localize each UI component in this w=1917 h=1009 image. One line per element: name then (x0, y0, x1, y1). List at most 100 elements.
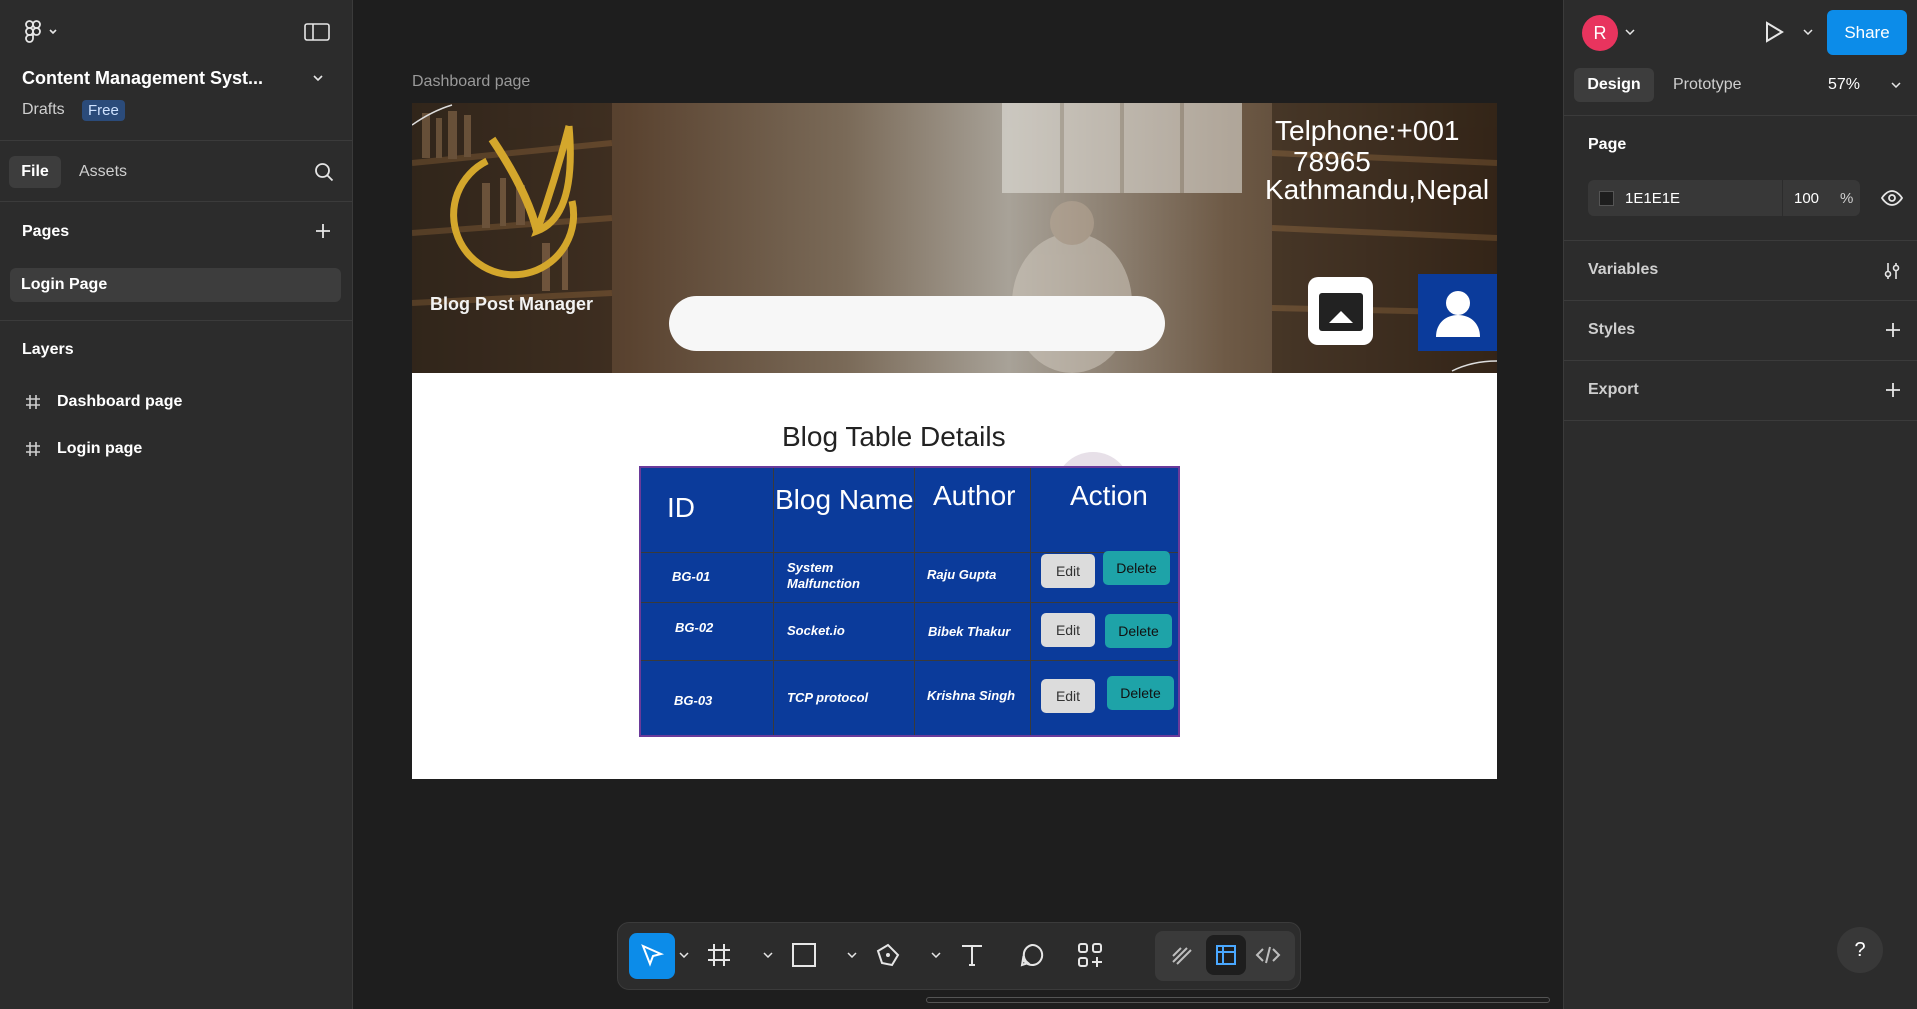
variables-icon[interactable] (1880, 259, 1904, 283)
actions-tool[interactable] (1072, 937, 1108, 973)
page-color-hex[interactable]: 1E1E1E (1625, 190, 1680, 207)
divider (1564, 115, 1917, 116)
bottom-toolbar (617, 922, 1301, 990)
present-icon[interactable] (1762, 20, 1786, 44)
contact-phone: Telphone:+001 (1275, 115, 1460, 146)
edit-button[interactable]: Edit (1041, 679, 1095, 713)
draw-mode[interactable] (1164, 937, 1200, 973)
figma-logo-icon (25, 20, 57, 43)
drafts-label[interactable]: Drafts (22, 101, 65, 119)
chevron-down-icon[interactable] (310, 70, 326, 86)
row-divider (641, 660, 1178, 661)
toggle-sidebar-icon[interactable] (302, 20, 332, 44)
cell-id: BG-02 (675, 620, 714, 635)
move-tool[interactable] (629, 933, 675, 979)
edit-button[interactable]: Edit (1041, 613, 1095, 647)
frame-icon (26, 442, 40, 456)
cell-author: Krishna Singh (927, 688, 1016, 703)
user-avatar[interactable]: R (1582, 15, 1618, 51)
figma-menu-button[interactable] (22, 18, 60, 46)
text-tool[interactable] (954, 937, 990, 973)
divider (1564, 240, 1917, 241)
delete-button[interactable]: Delete (1103, 551, 1170, 585)
dashboard-frame[interactable]: Blog Post Manager Telphone:+001 78965 Ka… (412, 103, 1497, 779)
page-item-login[interactable]: Login Page (10, 268, 341, 302)
dev-mode[interactable] (1250, 937, 1286, 973)
variables-heading[interactable]: Variables (1588, 261, 1658, 279)
chevron-down-icon[interactable] (1890, 79, 1902, 91)
pages-heading: Pages (22, 223, 70, 240)
tab-design[interactable]: Design (1574, 68, 1654, 102)
percent-sign: % (1840, 190, 1854, 207)
delete-button[interactable]: Delete (1107, 676, 1174, 710)
hero-banner: Blog Post Manager Telphone:+001 78965 Ka… (412, 103, 1497, 373)
table-title: Blog Table Details (782, 421, 1006, 452)
contact-location: Kathmandu,Nepal (1265, 174, 1490, 205)
cell-author: Raju Gupta (927, 567, 997, 582)
page-heading: Page (1588, 136, 1627, 153)
layer-dashboard[interactable]: Dashboard page (24, 393, 182, 411)
cell-blog-name: System Malfunction (787, 560, 860, 591)
left-panel: Content Management Syst... Drafts Free F… (0, 0, 353, 1009)
chevron-down-icon[interactable] (1802, 26, 1814, 38)
divider (0, 320, 353, 321)
comment-tool[interactable] (1014, 937, 1050, 973)
edit-button[interactable]: Edit (1041, 554, 1095, 588)
tab-prototype[interactable]: Prototype (1673, 76, 1741, 94)
code-icon (1255, 946, 1281, 964)
cell-blog-name: TCP protocol (787, 690, 869, 705)
styles-heading[interactable]: Styles (1588, 321, 1635, 339)
zoom-level[interactable]: 57% (1828, 76, 1860, 94)
tab-file[interactable]: File (9, 156, 61, 188)
chevron-down-icon[interactable] (846, 949, 858, 961)
cell-id: BG-03 (674, 693, 713, 708)
frame-label[interactable]: Dashboard page (412, 73, 530, 91)
comment-icon (1020, 943, 1044, 967)
chevron-down-icon[interactable] (678, 949, 690, 961)
divider (0, 140, 353, 141)
text-icon (962, 945, 982, 966)
divider (1782, 180, 1783, 216)
blog-table: ID Blog Name Author Action BG-01 System … (639, 466, 1180, 737)
horizontal-scrollbar[interactable] (926, 997, 1550, 1003)
header-author: Author (933, 480, 1016, 511)
add-page-icon[interactable] (312, 220, 334, 242)
page-opacity[interactable]: 100 (1794, 190, 1819, 207)
add-export-icon[interactable] (1882, 379, 1904, 401)
contact-phone-number: 78965 (1293, 146, 1371, 177)
file-name[interactable]: Content Management Syst... (22, 68, 263, 89)
divider (1564, 360, 1917, 361)
row-divider (641, 552, 1178, 553)
design-mode[interactable] (1206, 935, 1246, 975)
right-panel: R Share Design Prototype 57% Page 1E1E1E… (1563, 0, 1917, 1009)
delete-button[interactable]: Delete (1105, 614, 1172, 648)
user-avatar-icon[interactable] (1418, 274, 1497, 351)
chevron-down-icon[interactable] (930, 949, 942, 961)
image-upload-icon[interactable] (1308, 277, 1373, 345)
cursor-icon (641, 944, 665, 967)
components-icon (1078, 943, 1102, 967)
tab-assets[interactable]: Assets (79, 163, 127, 181)
chevron-down-icon[interactable] (1624, 26, 1636, 38)
layer-login[interactable]: Login page (24, 440, 142, 458)
cell-id: BG-01 (672, 569, 711, 584)
rectangle-tool[interactable] (786, 937, 822, 973)
search-bar[interactable] (669, 296, 1165, 351)
chevron-down-icon[interactable] (762, 949, 774, 961)
pen-tool[interactable] (870, 937, 906, 973)
search-icon[interactable] (312, 160, 336, 184)
eye-icon[interactable] (1880, 187, 1904, 209)
layers-heading: Layers (22, 341, 74, 358)
color-swatch[interactable] (1599, 191, 1614, 206)
divider (0, 201, 353, 202)
frame-tool[interactable] (701, 937, 737, 973)
cell-author: Bibek Thakur (928, 624, 1011, 639)
share-button[interactable]: Share (1827, 10, 1907, 55)
header-id: ID (667, 492, 695, 523)
help-button[interactable]: ? (1837, 927, 1883, 973)
header-action: Action (1070, 480, 1148, 511)
frame-icon (708, 944, 730, 966)
add-style-icon[interactable] (1882, 319, 1904, 341)
export-heading[interactable]: Export (1588, 381, 1639, 399)
frame-icon (26, 395, 40, 409)
